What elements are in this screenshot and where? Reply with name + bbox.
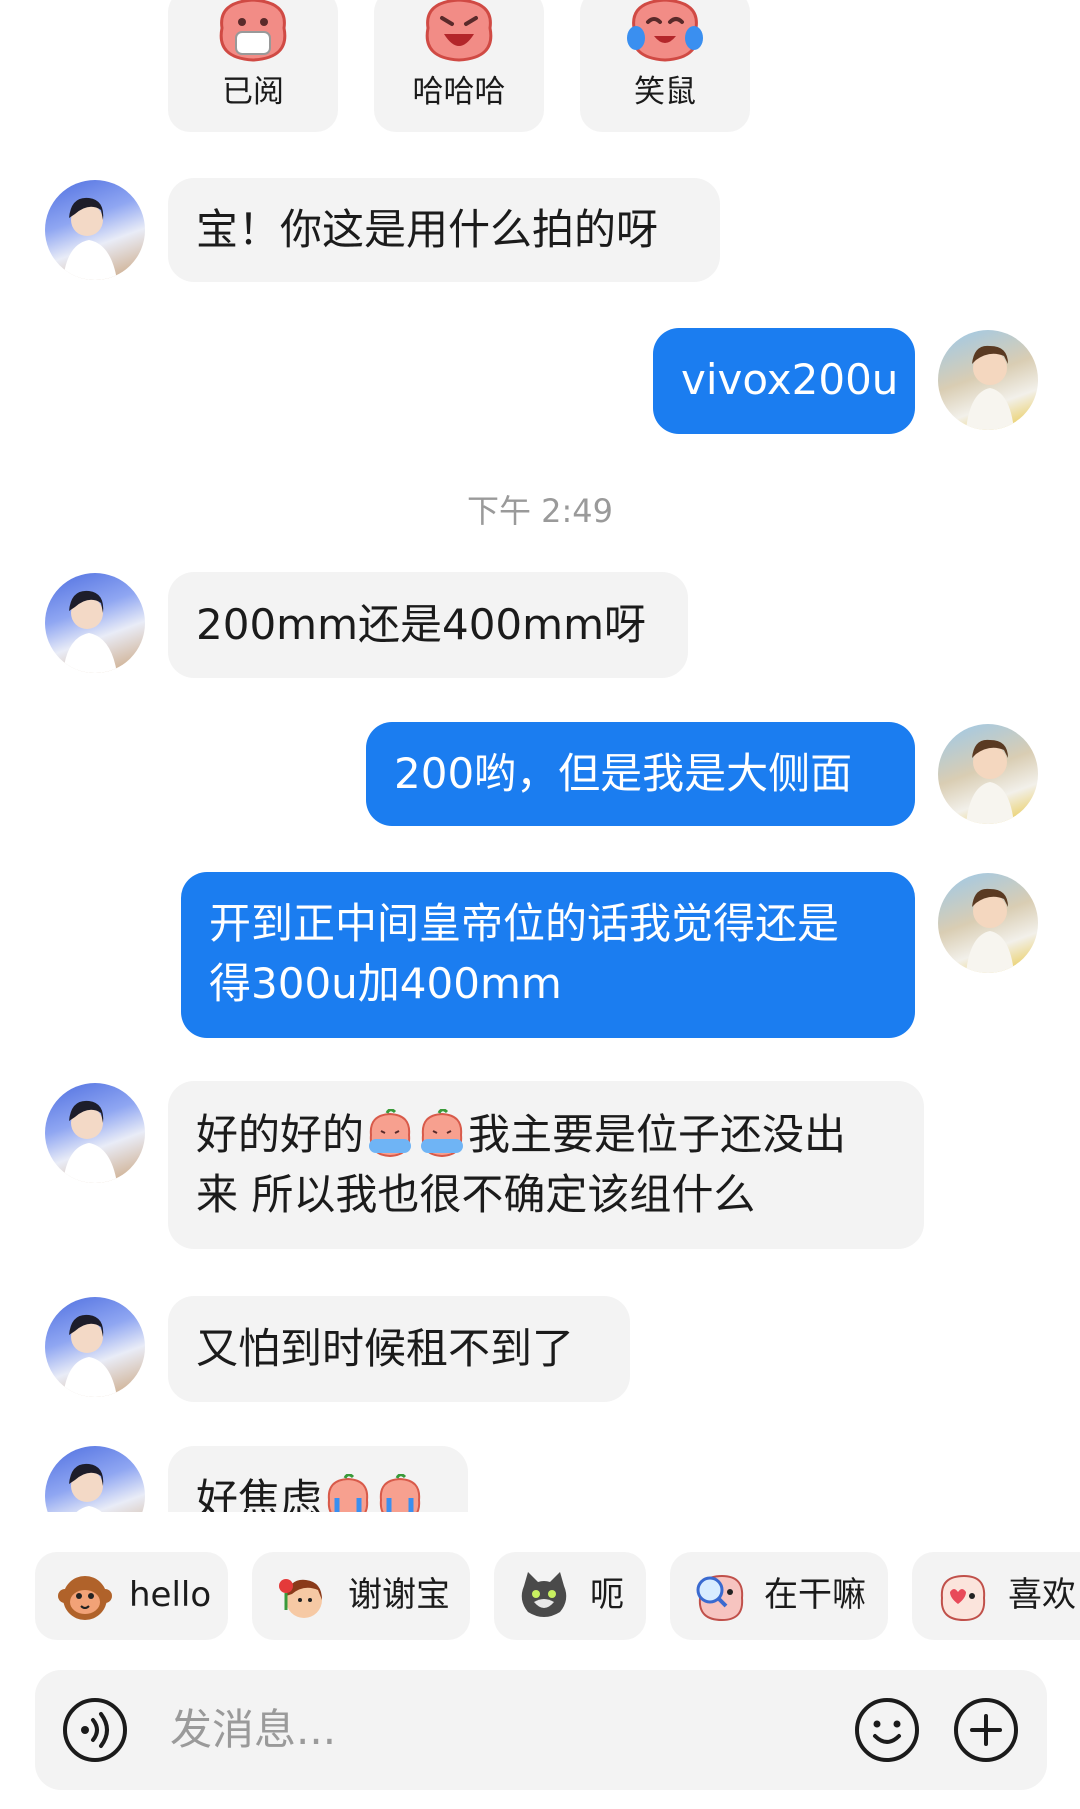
heart-peach-icon (940, 1574, 986, 1622)
message-text-part: 我主要是位子还没出 (468, 1110, 847, 1159)
chat-timestamp: 下午 2:49 (466, 492, 614, 530)
message-text: vivox200u (681, 355, 899, 404)
monkey-face-icon (58, 1576, 112, 1620)
crying-peach-emoji-icon (369, 1109, 412, 1158)
crying-peach-emoji-icon (421, 1109, 464, 1158)
message-bubble[interactable]: vivox200u (653, 328, 915, 434)
emoji-icon[interactable] (853, 1696, 921, 1764)
contact-avatar[interactable] (45, 1297, 145, 1397)
my-avatar[interactable] (938, 724, 1038, 824)
magnifier-peach-icon (696, 1574, 744, 1622)
my-avatar[interactable] (938, 873, 1038, 973)
quick-reply-e[interactable]: 呃 (494, 1552, 646, 1640)
voice-input-icon[interactable] (61, 1696, 129, 1764)
sticker-card-xiaoshu[interactable]: 笑鼠 (580, 0, 750, 132)
quick-reply-zaiganma[interactable]: 在干嘛 (670, 1552, 888, 1640)
peach-mask-sticker-icon (219, 0, 287, 62)
peach-cry-laugh-sticker-icon (627, 0, 703, 62)
sticker-label: 哈哈哈 (412, 74, 506, 110)
message-bubble[interactable]: 宝！你这是用什么拍的呀 (168, 178, 720, 282)
message-text-line1: 开到正中间皇帝位的话我觉得还是 (209, 899, 840, 948)
sticker-label: 笑鼠 (634, 74, 696, 110)
quick-reply-bar: hello 谢谢宝 呃 在干嘛 喜欢 (0, 1552, 1080, 1642)
message-bubble[interactable]: 又怕到时候租不到了 (168, 1296, 630, 1402)
quick-reply-xiexiebao[interactable]: 谢谢宝 (252, 1552, 470, 1640)
child-portrait-icon (966, 888, 1014, 973)
message-bubble[interactable]: 开到正中间皇帝位的话我觉得还是 得300u加400mm (181, 872, 915, 1038)
message-text: 200mm还是400mm呀 (196, 600, 646, 649)
quick-reply-label: 呃 (590, 1575, 624, 1615)
scroll-mask (0, 1512, 1080, 1552)
message-text: 200哟，但是我是大侧面 (394, 749, 853, 798)
contact-avatar[interactable] (45, 573, 145, 673)
message-input[interactable]: 发消息... (170, 1702, 336, 1758)
message-bubble[interactable]: 200哟，但是我是大侧面 (366, 722, 915, 826)
child-portrait-icon (966, 345, 1014, 430)
message-text: 又怕到时候租不到了 (196, 1324, 575, 1373)
message-text-line2: 得300u加400mm (209, 959, 562, 1008)
peach-laugh-sticker-icon (425, 0, 493, 62)
quick-reply-label: 谢谢宝 (348, 1575, 450, 1615)
sticker-card-yiyue[interactable]: 已阅 (168, 0, 338, 132)
message-text-line1: 好的好的 我主要是位子还没出 (196, 1105, 896, 1165)
girl-portrait-icon (63, 1100, 117, 1183)
quick-reply-hello[interactable]: hello (35, 1552, 228, 1640)
message-input-bar: 发消息... (35, 1670, 1047, 1790)
sticker-card-hahaha[interactable]: 哈哈哈 (374, 0, 544, 132)
sticker-label: 已阅 (222, 74, 284, 110)
message-text: 宝！你这是用什么拍的呀 (196, 205, 659, 254)
gray-cat-icon (521, 1572, 567, 1617)
message-text-line2: 来 所以我也很不确定该组什么 (196, 1170, 756, 1219)
contact-avatar[interactable] (45, 1083, 145, 1183)
girl-portrait-icon (63, 590, 117, 673)
quick-reply-label: hello (129, 1575, 212, 1615)
quick-reply-label: 在干嘛 (764, 1575, 866, 1615)
child-portrait-icon (966, 739, 1014, 824)
contact-avatar[interactable] (45, 180, 145, 280)
quick-reply-label: 喜欢 (1008, 1575, 1076, 1615)
message-bubble[interactable]: 200mm还是400mm呀 (168, 572, 688, 678)
quick-reply-xihuan[interactable]: 喜欢 (912, 1552, 1080, 1640)
my-avatar[interactable] (938, 330, 1038, 430)
plus-icon[interactable] (952, 1696, 1020, 1764)
girl-portrait-icon (63, 1314, 117, 1397)
flower-girl-icon (279, 1579, 322, 1618)
message-text-part: 好的好的 (196, 1110, 365, 1159)
girl-portrait-icon (63, 197, 117, 280)
message-bubble[interactable]: 好的好的 我主要是位子还没出 来 所以我也很不确定该组什么 (168, 1081, 924, 1249)
